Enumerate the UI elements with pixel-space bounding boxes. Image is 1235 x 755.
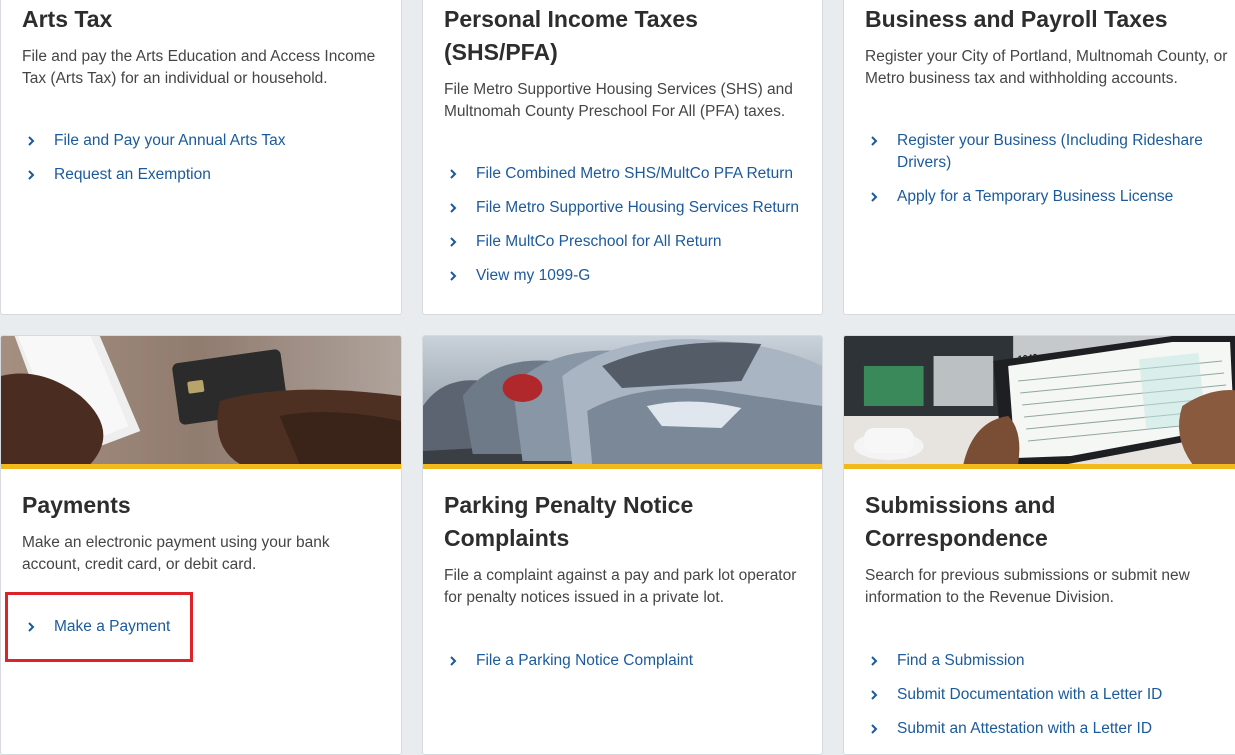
submit-documentation-link[interactable]: Submit Documentation with a Letter ID: [865, 684, 1232, 706]
card-description: File and pay the Arts Education and Acce…: [22, 48, 376, 87]
link-label: File a Parking Notice Complaint: [476, 652, 694, 669]
link-label: View my 1099-G: [476, 267, 591, 284]
link-list: Register your Business (Including Ridesh…: [865, 130, 1222, 220]
chevron-right-icon: [871, 136, 878, 146]
form-1040-label: 1040: [1017, 352, 1038, 364]
chevron-right-icon: [871, 724, 878, 734]
submissions-correspondence-card: 1040 Submissions and Correspondence Sear…: [843, 335, 1235, 755]
chevron-right-icon: [450, 237, 457, 247]
card-description: Register your City of Portland, Multnoma…: [865, 48, 1228, 87]
accent-bar: [423, 464, 822, 469]
link-label: Submit an Attestation with a Letter ID: [897, 720, 1153, 737]
chevron-right-icon: [450, 271, 457, 281]
tax-form-tablet-photo: 1040: [844, 336, 1235, 464]
chevron-right-icon: [450, 169, 457, 179]
link-label: Find a Submission: [897, 652, 1025, 669]
link-label: Submit Documentation with a Letter ID: [897, 686, 1163, 703]
chevron-right-icon: [28, 136, 35, 146]
file-shs-return-link[interactable]: File Metro Supportive Housing Services R…: [444, 197, 812, 219]
card-title: Payments: [22, 492, 131, 518]
link-list: File and Pay your Annual Arts Tax Reques…: [22, 130, 391, 198]
arts-tax-card: Arts Tax File and pay the Arts Education…: [0, 0, 402, 315]
link-label: Register your Business (Including Ridesh…: [897, 132, 1203, 171]
file-combined-return-link[interactable]: File Combined Metro SHS/MultCo PFA Retur…: [444, 163, 812, 185]
card-title: Parking Penalty Notice Complaints: [444, 492, 694, 551]
chevron-right-icon: [28, 622, 35, 632]
link-list: Make a Payment: [22, 616, 391, 650]
card-description: Search for previous submissions or submi…: [865, 567, 1190, 606]
parked-cars-photo: [423, 336, 822, 464]
card-description: Make an electronic payment using your ba…: [22, 534, 330, 573]
link-label: File MultCo Preschool for All Return: [476, 233, 722, 250]
chevron-right-icon: [871, 656, 878, 666]
request-exemption-link[interactable]: Request an Exemption: [22, 164, 391, 186]
business-payroll-taxes-card: Business and Payroll Taxes Register your…: [843, 0, 1235, 315]
register-business-link[interactable]: Register your Business (Including Ridesh…: [865, 130, 1222, 174]
find-submission-link[interactable]: Find a Submission: [865, 650, 1232, 672]
link-label: File and Pay your Annual Arts Tax: [54, 132, 286, 149]
view-1099g-link[interactable]: View my 1099-G: [444, 265, 812, 287]
accent-bar: [844, 464, 1235, 469]
parking-penalty-card: Parking Penalty Notice Complaints File a…: [422, 335, 823, 755]
link-label: File Metro Supportive Housing Services R…: [476, 199, 800, 216]
payments-card: Payments Make an electronic payment usin…: [0, 335, 402, 755]
file-and-pay-arts-tax-link[interactable]: File and Pay your Annual Arts Tax: [22, 130, 391, 152]
file-pfa-return-link[interactable]: File MultCo Preschool for All Return: [444, 231, 812, 253]
link-list: File a Parking Notice Complaint: [444, 650, 812, 684]
link-list: Find a Submission Submit Documentation w…: [865, 650, 1232, 752]
chevron-right-icon: [871, 192, 878, 202]
card-title: Submissions and Correspondence: [865, 492, 1056, 551]
link-label: Make a Payment: [54, 618, 171, 635]
accent-bar: [1, 464, 401, 469]
card-description: File Metro Supportive Housing Services (…: [444, 81, 793, 120]
chevron-right-icon: [28, 170, 35, 180]
link-label: File Combined Metro SHS/MultCo PFA Retur…: [476, 165, 794, 182]
card-title: Business and Payroll Taxes: [865, 6, 1168, 32]
link-label: Apply for a Temporary Business License: [897, 188, 1174, 205]
card-payment-photo: [1, 336, 401, 464]
chevron-right-icon: [450, 203, 457, 213]
card-title: Personal Income Taxes (SHS/PFA): [444, 6, 698, 65]
temporary-business-license-link[interactable]: Apply for a Temporary Business License: [865, 186, 1222, 208]
card-title: Arts Tax: [22, 6, 113, 32]
card-description: File a complaint against a pay and park …: [444, 567, 797, 606]
file-parking-complaint-link[interactable]: File a Parking Notice Complaint: [444, 650, 812, 672]
chevron-right-icon: [871, 690, 878, 700]
chevron-right-icon: [450, 656, 457, 666]
link-label: Request an Exemption: [54, 166, 211, 183]
personal-income-taxes-card: Personal Income Taxes (SHS/PFA) File Met…: [422, 0, 823, 315]
submit-attestation-link[interactable]: Submit an Attestation with a Letter ID: [865, 718, 1232, 740]
make-a-payment-link[interactable]: Make a Payment: [22, 616, 391, 638]
link-list: File Combined Metro SHS/MultCo PFA Retur…: [444, 163, 812, 299]
